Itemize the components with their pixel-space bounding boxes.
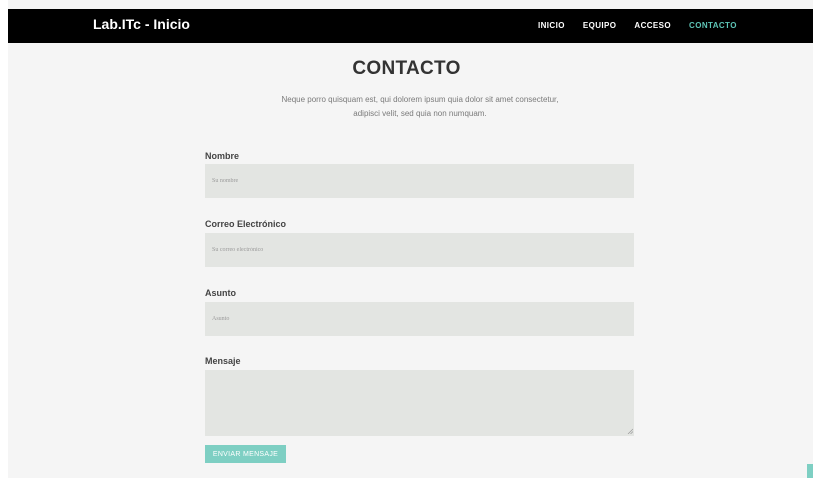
email-input[interactable]: [205, 233, 634, 267]
nav-links: INICIO EQUIPO ACCESO CONTACTO: [538, 21, 755, 30]
resize-grip-icon[interactable]: [627, 428, 633, 434]
nav-link-inicio[interactable]: INICIO: [538, 21, 565, 30]
nav-link-acceso[interactable]: ACCESO: [634, 21, 671, 30]
top-navbar: Lab.ITc - Inicio INICIO EQUIPO ACCESO CO…: [8, 9, 813, 43]
message-textarea[interactable]: [205, 370, 634, 436]
subtitle-line-2: adipisci velit, sed quia non numquam.: [353, 109, 487, 118]
subject-label: Asunto: [205, 288, 236, 298]
nav-link-contacto[interactable]: CONTACTO: [689, 21, 737, 30]
email-label: Correo Electrónico: [205, 219, 287, 229]
scroll-to-top-tab[interactable]: [807, 464, 813, 478]
section-title: CONTACTO: [352, 58, 461, 79]
nav-link-equipo[interactable]: EQUIPO: [583, 21, 617, 30]
name-input[interactable]: [205, 164, 634, 198]
subject-input[interactable]: [205, 302, 634, 336]
send-message-button[interactable]: ENVIAR MENSAJE: [205, 445, 286, 463]
name-label: Nombre: [205, 151, 240, 161]
brand-logo-text[interactable]: Lab.ITc - Inicio: [93, 16, 190, 32]
subtitle-line-1: Neque porro quisquam est, qui dolorem ip…: [281, 95, 559, 104]
section-subtitle: Neque porro quisquam est, qui dolorem ip…: [250, 93, 590, 121]
message-label: Mensaje: [205, 356, 241, 366]
